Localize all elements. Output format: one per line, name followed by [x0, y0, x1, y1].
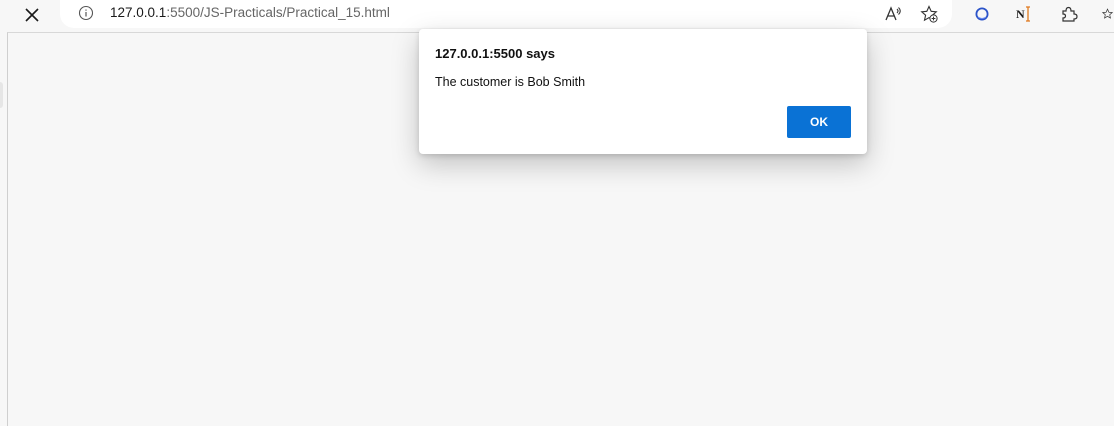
svg-text:N: N	[1016, 7, 1025, 21]
url-host: 127.0.0.1	[110, 5, 167, 20]
favorites-icon[interactable]	[1101, 2, 1114, 26]
ni-extension-icon[interactable]: N	[1013, 2, 1037, 26]
add-favorite-icon[interactable]	[918, 3, 940, 25]
dialog-title: 127.0.0.1:5500 says	[435, 46, 555, 61]
address-bar[interactable]: 127.0.0.1:5500/JS-Practicals/Practical_1…	[60, 0, 952, 28]
url-text[interactable]: 127.0.0.1:5500/JS-Practicals/Practical_1…	[110, 5, 390, 20]
dialog-message: The customer is Bob Smith	[435, 75, 586, 89]
url-path: :5500/JS-Practicals/Practical_15.html	[166, 5, 390, 20]
extensions-puzzle-icon[interactable]	[1057, 2, 1081, 26]
alert-dialog: 127.0.0.1:5500 says The customer is Bob …	[419, 29, 867, 154]
info-icon[interactable]	[77, 4, 95, 22]
sidebar-handle[interactable]	[0, 82, 3, 108]
close-icon[interactable]	[21, 4, 43, 26]
copilot-extension-icon[interactable]	[970, 2, 994, 26]
browser-toolbar: 127.0.0.1:5500/JS-Practicals/Practical_1…	[0, 0, 1114, 32]
ok-button[interactable]: OK	[787, 106, 851, 138]
read-aloud-icon[interactable]	[882, 3, 904, 25]
